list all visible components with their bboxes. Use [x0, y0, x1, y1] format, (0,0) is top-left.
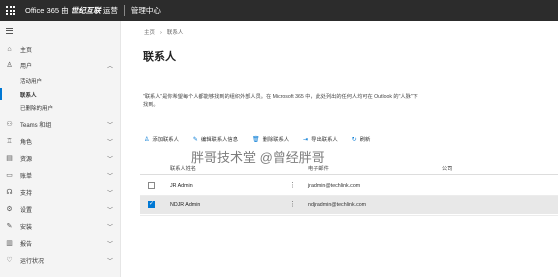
home-icon: ⌂: [7, 45, 12, 53]
more-actions-icon[interactable]: ⋮: [289, 181, 296, 189]
sidebar-item-users[interactable]: ♙ 用户 ︿: [0, 57, 121, 73]
hamburger-menu-icon[interactable]: [6, 28, 13, 35]
active-indicator: [0, 88, 2, 100]
row-divider: [140, 215, 558, 216]
contact-email: ndjradmin@techlink.com: [308, 202, 367, 208]
app-title-suffix: 运营: [102, 6, 118, 15]
sidebar-item-active-users[interactable]: 活动用户: [20, 77, 42, 85]
column-header-company[interactable]: 公司: [442, 165, 452, 172]
refresh-icon: ↻: [351, 136, 357, 143]
refresh-button[interactable]: ↻ 刷新: [351, 135, 371, 144]
delete-contact-button[interactable]: 🗑 删除联系人: [252, 135, 289, 144]
app-launcher-button[interactable]: [0, 0, 21, 21]
breadcrumb-home[interactable]: 主页: [144, 30, 155, 36]
checkmark-icon: ✓: [149, 201, 155, 207]
sidebar-item-reports[interactable]: ▥ 报告 ﹀: [0, 235, 121, 251]
chevron-down-icon: ﹀: [107, 122, 114, 129]
page-description: "联系人"是你希望每个人都能够找到的组织外部人员。在 Microsoft 365…: [143, 94, 418, 108]
row-checkbox[interactable]: [148, 182, 155, 189]
chevron-down-icon: ﹀: [107, 173, 114, 180]
resource-icon: ▤: [6, 154, 13, 162]
sidebar-item-roles[interactable]: ♖ 角色 ﹀: [0, 133, 121, 149]
sidebar-item-support[interactable]: ☊ 支持 ﹀: [0, 184, 121, 200]
watermark-text: 胖哥技术堂 @曾经胖哥: [191, 150, 325, 165]
role-icon: ♖: [6, 137, 13, 145]
top-bar: Office 365 由 世纪互联 运营 管理中心: [0, 0, 558, 21]
row-checkbox[interactable]: ✓: [148, 201, 155, 208]
delete-icon: 🗑: [252, 136, 260, 143]
chevron-down-icon: ﹀: [107, 207, 114, 214]
breadcrumb-current: 联系人: [166, 30, 184, 36]
page-title: 联系人: [143, 51, 176, 63]
support-icon: ☊: [6, 188, 13, 196]
app-title: Office 365 由 世纪互联 运营: [25, 5, 118, 16]
sidebar-item-deleted-users[interactable]: 已删除的用户: [20, 104, 53, 112]
chevron-down-icon: ﹀: [107, 241, 114, 248]
chevron-down-icon: ﹀: [107, 156, 114, 163]
sidebar-item-settings[interactable]: ⚙ 设置 ﹀: [0, 201, 121, 217]
sidebar-item-billing[interactable]: ▭ 账单 ﹀: [0, 167, 121, 183]
person-add-icon: ♙: [144, 136, 150, 143]
setup-icon: ✎: [6, 222, 13, 230]
breadcrumb-separator: ›: [160, 30, 162, 36]
contact-name[interactable]: JR Admin: [170, 183, 193, 189]
export-contacts-button[interactable]: ⇥ 导出联系人: [303, 135, 338, 144]
header-divider: [140, 174, 558, 175]
chevron-up-icon: ︿: [107, 63, 114, 70]
divider: [123, 5, 125, 16]
sidebar-item-setup[interactable]: ✎ 安装 ﹀: [0, 218, 121, 234]
contact-name[interactable]: NDJR Admin: [170, 202, 200, 208]
add-contact-button[interactable]: ♙ 添加联系人: [144, 135, 179, 144]
health-icon: ♡: [6, 256, 13, 264]
chevron-down-icon: ﹀: [107, 224, 114, 231]
sidebar-item-health[interactable]: ♡ 运行状况 ﹀: [0, 252, 121, 268]
export-icon: ⇥: [303, 136, 309, 143]
chevron-down-icon: ﹀: [107, 139, 114, 146]
reports-icon: ▥: [6, 239, 13, 247]
sidebar-nav: ⌂ 主页 ♙ 用户 ︿ 活动用户 联系人 已删除的用户 ⚇ Teams 和组 ﹀…: [0, 21, 121, 277]
app-title-prefix: Office 365 由: [25, 6, 69, 15]
billing-icon: ▭: [6, 171, 13, 179]
brand-name: 世纪互联: [70, 6, 101, 15]
breadcrumb: 主页 › 联系人: [144, 28, 183, 36]
column-header-email[interactable]: 电子邮件: [308, 165, 329, 172]
sidebar-item-contacts[interactable]: 联系人: [20, 91, 37, 99]
command-toolbar: ♙ 添加联系人 ✎ 编辑联系人信息 🗑 删除联系人 ⇥ 导出联系人 ↻ 刷新: [144, 134, 384, 144]
sidebar-item-teams[interactable]: ⚇ Teams 和组 ﹀: [0, 116, 121, 132]
admin-center-title[interactable]: 管理中心: [131, 5, 161, 16]
column-header-name[interactable]: 联系人姓名: [170, 165, 196, 172]
edit-contact-button[interactable]: ✎ 编辑联系人信息: [192, 135, 238, 144]
main-content: 主页 › 联系人 联系人 "联系人"是你希望每个人都能够找到的组织外部人员。在 Mi…: [122, 21, 558, 277]
contact-email: jradmin@techlink.com: [308, 183, 361, 189]
chevron-down-icon: ﹀: [107, 258, 114, 265]
sidebar-item-home[interactable]: ⌂ 主页: [0, 41, 121, 57]
user-icon: ♙: [6, 61, 13, 69]
more-actions-icon[interactable]: ⋮: [289, 200, 296, 208]
waffle-icon: [6, 6, 15, 15]
table-row[interactable]: ✓ NDJR Admin ⋮ ndjradmin@techlink.com: [140, 196, 558, 214]
chevron-down-icon: ﹀: [107, 190, 114, 197]
table-row[interactable]: JR Admin ⋮ jradmin@techlink.com: [140, 177, 558, 195]
teams-icon: ⚇: [6, 120, 13, 128]
edit-icon: ✎: [192, 136, 198, 143]
settings-icon: ⚙: [6, 205, 13, 213]
sidebar-item-resources[interactable]: ▤ 资源 ﹀: [0, 150, 121, 166]
